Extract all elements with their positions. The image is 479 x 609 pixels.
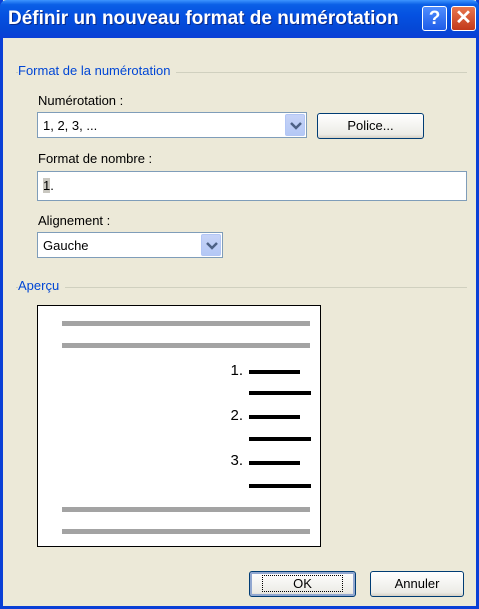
- number-format-input[interactable]: 1.: [37, 171, 467, 201]
- preview-text-line: [249, 461, 300, 465]
- preview-gray-line: [62, 343, 310, 348]
- preview-text-line: [249, 391, 311, 395]
- cancel-button[interactable]: Annuler: [370, 571, 464, 597]
- preview-number-3: 3.: [230, 452, 243, 469]
- numbering-label: Numérotation :: [38, 93, 124, 108]
- format-group-label: Format de la numérotation: [18, 63, 177, 78]
- preview-group-label: Aperçu: [18, 278, 66, 293]
- font-button-label: Police...: [347, 118, 394, 133]
- alignment-dropdown-button[interactable]: [201, 234, 221, 256]
- preview-text-line: [249, 370, 300, 374]
- question-mark-icon: ?: [428, 8, 441, 29]
- alignment-select[interactable]: Gauche: [37, 232, 223, 258]
- preview-gray-line: [62, 529, 310, 534]
- numbering-format-dialog: Définir un nouveau format de numérotatio…: [0, 0, 479, 609]
- preview-text-line: [249, 484, 311, 488]
- numbering-preview: 1. 2. 3.: [37, 305, 321, 547]
- number-format-suffix: .: [50, 178, 54, 193]
- preview-group-line: [16, 287, 467, 288]
- number-format-label: Format de nombre :: [38, 151, 153, 166]
- title-bar[interactable]: Définir un nouveau format de numérotatio…: [0, 0, 479, 38]
- preview-gray-line: [62, 321, 310, 326]
- chevron-down-icon: [206, 242, 218, 250]
- chevron-down-icon: [290, 122, 302, 130]
- close-button[interactable]: ✕: [451, 6, 476, 31]
- cancel-button-label: Annuler: [394, 576, 440, 591]
- numbering-select[interactable]: 1, 2, 3, ...: [37, 112, 307, 138]
- preview-text-line: [249, 437, 311, 441]
- font-button[interactable]: Police...: [317, 113, 424, 139]
- close-x-icon: ✕: [455, 7, 472, 29]
- alignment-label: Alignement :: [38, 213, 111, 228]
- preview-gray-line: [62, 507, 310, 512]
- preview-number-1: 1.: [230, 362, 243, 379]
- preview-text-line: [249, 415, 300, 419]
- preview-number-2: 2.: [230, 407, 243, 424]
- numbering-dropdown-button[interactable]: [285, 114, 305, 136]
- ok-button-label: OK: [262, 575, 343, 592]
- ok-button[interactable]: OK: [249, 571, 356, 597]
- alignment-select-value: Gauche: [43, 238, 89, 253]
- dialog-title: Définir un nouveau format de numérotatio…: [8, 8, 399, 29]
- help-button[interactable]: ?: [422, 6, 447, 31]
- numbering-select-value: 1, 2, 3, ...: [43, 118, 98, 133]
